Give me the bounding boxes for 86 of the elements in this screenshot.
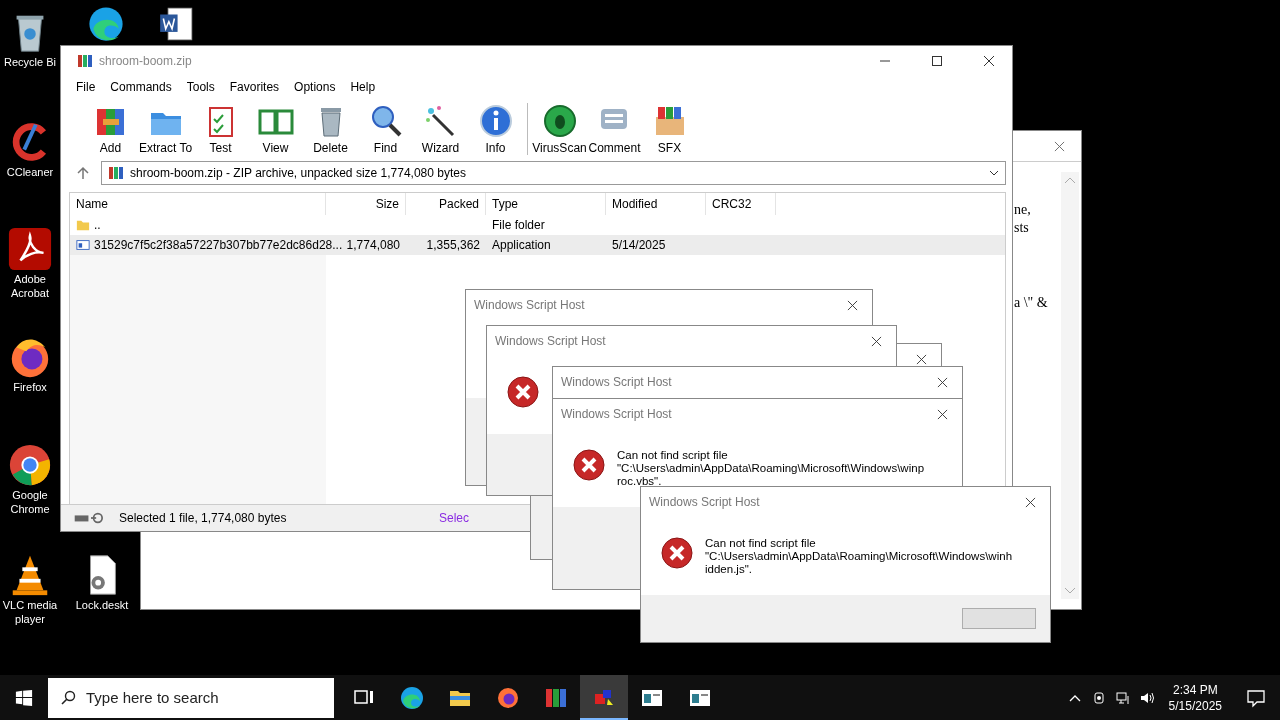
toolbar-button[interactable]: Delete — [303, 103, 358, 155]
toolbar-button[interactable]: Extract To — [138, 103, 193, 155]
page-text: ne, — [1014, 202, 1031, 218]
message-text: "C:\Users\admin\AppData\Roaming\Microsoft\Windows\winh — [705, 550, 1013, 563]
toolbar-button[interactable]: Add — [83, 103, 138, 155]
search-field[interactable]: Type here to search — [48, 677, 334, 718]
close-icon[interactable] — [871, 335, 882, 347]
page-text: sts — [1014, 220, 1029, 236]
column-header[interactable]: Type — [486, 193, 606, 215]
column-header[interactable]: Packed — [406, 193, 486, 215]
desktop-icon-label[interactable]: Lock.deskt — [75, 598, 129, 612]
desktop-icon-label[interactable]: Recycle Bi — [4, 55, 56, 69]
message-text: "C:\Users\admin\AppData\Roaming\Microsoft\Windows\winp — [617, 462, 925, 475]
file-type: Application — [492, 238, 551, 252]
message-text: Can not find script file — [705, 537, 817, 550]
archive-icon — [108, 165, 124, 181]
toolbar-button[interactable]: Wizard — [413, 103, 468, 155]
file-row[interactable]: .. File folder — [70, 215, 1005, 235]
browser-icon — [400, 685, 424, 710]
packed-size: 1,355,362 — [426, 238, 480, 252]
toolbar-button[interactable]: Test — [193, 103, 248, 155]
window-title: shroom-boom.zip — [99, 54, 192, 68]
dialog-title: Windows Script Host — [561, 375, 672, 389]
app-icon[interactable] — [7, 442, 53, 488]
status-text: Selec — [439, 511, 470, 525]
dialog-title: Windows Script Host — [649, 495, 760, 509]
document-icon[interactable] — [157, 5, 195, 43]
path-dropdown[interactable]: shroom-boom.zip - ZIP archive, unpacked size 1,774,080 bytes — [101, 161, 1006, 185]
toolbar-button[interactable]: Info — [468, 103, 523, 155]
search-icon — [60, 689, 76, 706]
dialog-title: Windows Script Host — [495, 334, 606, 348]
file-name: .. — [94, 218, 101, 232]
file-row[interactable]: 31529c7f5c2f38a57227b307bb77e2dc86d28... 1,774,080 1,355,362 Application 5/14/2025 — [70, 235, 1005, 255]
column-header[interactable]: Modified — [606, 193, 706, 215]
close-icon[interactable] — [916, 353, 927, 365]
info-icon — [477, 103, 514, 139]
up-arrow-icon[interactable] — [77, 166, 89, 180]
tray-icon[interactable] — [1091, 690, 1106, 705]
close-icon[interactable] — [1054, 140, 1065, 152]
message-text: roc.vbs". — [617, 475, 663, 488]
menu-item[interactable]: Options — [294, 80, 336, 94]
page-text: a \" & — [1014, 295, 1048, 311]
message-text: Can not find script file — [617, 449, 729, 462]
menu-item[interactable]: Favorites — [229, 80, 280, 94]
column-header[interactable]: Size — [326, 193, 406, 215]
close-icon[interactable] — [937, 376, 948, 388]
notification-icon[interactable] — [1246, 687, 1266, 708]
column-header[interactable]: Name — [70, 193, 326, 215]
desktop-icon-label[interactable]: Firefox — [13, 380, 47, 394]
file-name: 31529c7f5c2f38a57227b307bb77e2dc86d28... — [94, 238, 343, 252]
desktop-icon-label[interactable]: VLC media player — [0, 598, 60, 626]
status-text: Selected 1 file, 1,774,080 bytes — [119, 511, 288, 525]
close-icon[interactable] — [1025, 496, 1036, 508]
desktop-icon-label[interactable]: Google Chrome — [0, 488, 60, 516]
toolbar-button[interactable]: SFX — [642, 103, 697, 155]
bug-icon — [541, 103, 578, 139]
menu-item[interactable]: Tools — [186, 80, 215, 94]
dialog-title: Windows Script Host — [474, 298, 585, 312]
app-icon[interactable] — [7, 226, 53, 272]
clock[interactable]: 2:34 PM 5/15/2025 — [1168, 681, 1222, 714]
close-icon[interactable] — [847, 299, 858, 311]
dialog-title: Windows Script Host — [561, 407, 672, 421]
desktop-icon-label[interactable]: CCleaner — [6, 165, 54, 179]
file-size: 1,774,080 — [346, 238, 400, 252]
desktop-icon-label[interactable]: Adobe Acrobat — [0, 272, 60, 300]
caret-icon[interactable] — [989, 170, 999, 176]
menu-item[interactable]: File — [76, 80, 96, 94]
toolbar-button[interactable]: View — [248, 103, 303, 155]
browser-icon — [496, 685, 520, 710]
menu-item[interactable]: Commands — [110, 80, 172, 94]
column-header[interactable]: CRC32 — [706, 193, 776, 215]
message-text: idden.js". — [705, 563, 753, 576]
folder-icon — [76, 218, 90, 232]
toolbar-button[interactable]: Comment — [587, 103, 642, 155]
archive-icon — [77, 53, 93, 69]
app-icon[interactable] — [87, 5, 125, 43]
start-icon[interactable] — [15, 688, 33, 707]
toolbar-button[interactable]: VirusScan — [532, 103, 587, 155]
menu-item[interactable]: Help — [350, 80, 376, 94]
application-icon — [76, 238, 90, 252]
network-icon[interactable] — [1115, 690, 1130, 705]
volume-icon[interactable] — [1139, 690, 1154, 705]
file-type: File folder — [492, 218, 545, 232]
toolbar-button[interactable]: Find — [358, 103, 413, 155]
modified-date: 5/14/2025 — [612, 238, 666, 252]
close-icon[interactable] — [937, 408, 948, 420]
